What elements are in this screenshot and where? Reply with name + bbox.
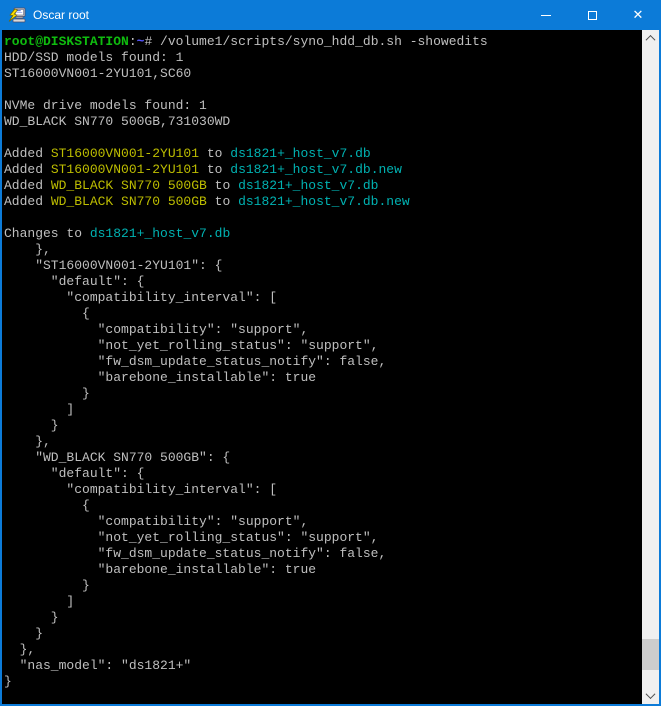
terminal-line: },: [4, 642, 642, 658]
terminal-line: "compatibility": "support",: [4, 514, 642, 530]
maximize-icon: [588, 11, 597, 20]
terminal-line: }: [4, 418, 642, 434]
terminal-body: root@DISKSTATION:~# /volume1/scripts/syn…: [2, 30, 659, 704]
terminal-line: },: [4, 242, 642, 258]
putty-app-icon[interactable]: [8, 6, 26, 24]
scrollbar[interactable]: [642, 30, 659, 704]
terminal-line: "compatibility_interval": [: [4, 482, 642, 498]
terminal-line: "ST16000VN001-2YU101": {: [4, 258, 642, 274]
terminal-line: }: [4, 578, 642, 594]
terminal-line: },: [4, 434, 642, 450]
close-button[interactable]: ✕: [615, 0, 661, 30]
terminal-line: "not_yet_rolling_status": "support",: [4, 338, 642, 354]
minimize-button[interactable]: [523, 0, 569, 30]
scroll-up-button[interactable]: [642, 30, 659, 47]
minimize-icon: [541, 15, 551, 16]
terminal-line: root@DISKSTATION:~# /volume1/scripts/syn…: [4, 34, 642, 50]
terminal-line: "compatibility_interval": [: [4, 290, 642, 306]
terminal-line: {: [4, 498, 642, 514]
terminal-line: Added WD_BLACK SN770 500GB to ds1821+_ho…: [4, 178, 642, 194]
terminal-line: }: [4, 610, 642, 626]
terminal-line: ]: [4, 594, 642, 610]
titlebar[interactable]: Oscar root ✕: [0, 0, 661, 30]
maximize-button[interactable]: [569, 0, 615, 30]
putty-window: Oscar root ✕ root@DISKSTATION:~# /volume…: [0, 0, 661, 706]
terminal-line: "not_yet_rolling_status": "support",: [4, 530, 642, 546]
chevron-up-icon: [646, 35, 656, 45]
scrollbar-thumb[interactable]: [642, 639, 659, 670]
terminal-line: [4, 82, 642, 98]
terminal-output[interactable]: root@DISKSTATION:~# /volume1/scripts/syn…: [2, 30, 642, 704]
terminal-line: "compatibility": "support",: [4, 322, 642, 338]
scroll-down-button[interactable]: [642, 687, 659, 704]
close-icon: ✕: [633, 9, 644, 22]
terminal-line: HDD/SSD models found: 1: [4, 50, 642, 66]
terminal-line: "nas_model": "ds1821+": [4, 658, 642, 674]
terminal-line: }: [4, 674, 642, 690]
terminal-line: "WD_BLACK SN770 500GB": {: [4, 450, 642, 466]
terminal-line: NVMe drive models found: 1: [4, 98, 642, 114]
terminal-line: [4, 210, 642, 226]
terminal-line: "default": {: [4, 466, 642, 482]
terminal-line: "fw_dsm_update_status_notify": false,: [4, 546, 642, 562]
terminal-line: Added WD_BLACK SN770 500GB to ds1821+_ho…: [4, 194, 642, 210]
terminal-line: WD_BLACK SN770 500GB,731030WD: [4, 114, 642, 130]
terminal-line: ST16000VN001-2YU101,SC60: [4, 66, 642, 82]
terminal-line: [4, 130, 642, 146]
terminal-line: Added ST16000VN001-2YU101 to ds1821+_hos…: [4, 162, 642, 178]
terminal-line: "barebone_installable": true: [4, 370, 642, 386]
window-title: Oscar root: [33, 8, 89, 22]
chevron-down-icon: [646, 689, 656, 699]
terminal-line: Changes to ds1821+_host_v7.db: [4, 226, 642, 242]
terminal-line: "barebone_installable": true: [4, 562, 642, 578]
terminal-line: }: [4, 386, 642, 402]
terminal-line: "default": {: [4, 274, 642, 290]
terminal-line: }: [4, 626, 642, 642]
window-controls: ✕: [523, 0, 661, 30]
terminal-line: {: [4, 306, 642, 322]
terminal-line: ]: [4, 402, 642, 418]
terminal-line: "fw_dsm_update_status_notify": false,: [4, 354, 642, 370]
terminal-line: Added ST16000VN001-2YU101 to ds1821+_hos…: [4, 146, 642, 162]
